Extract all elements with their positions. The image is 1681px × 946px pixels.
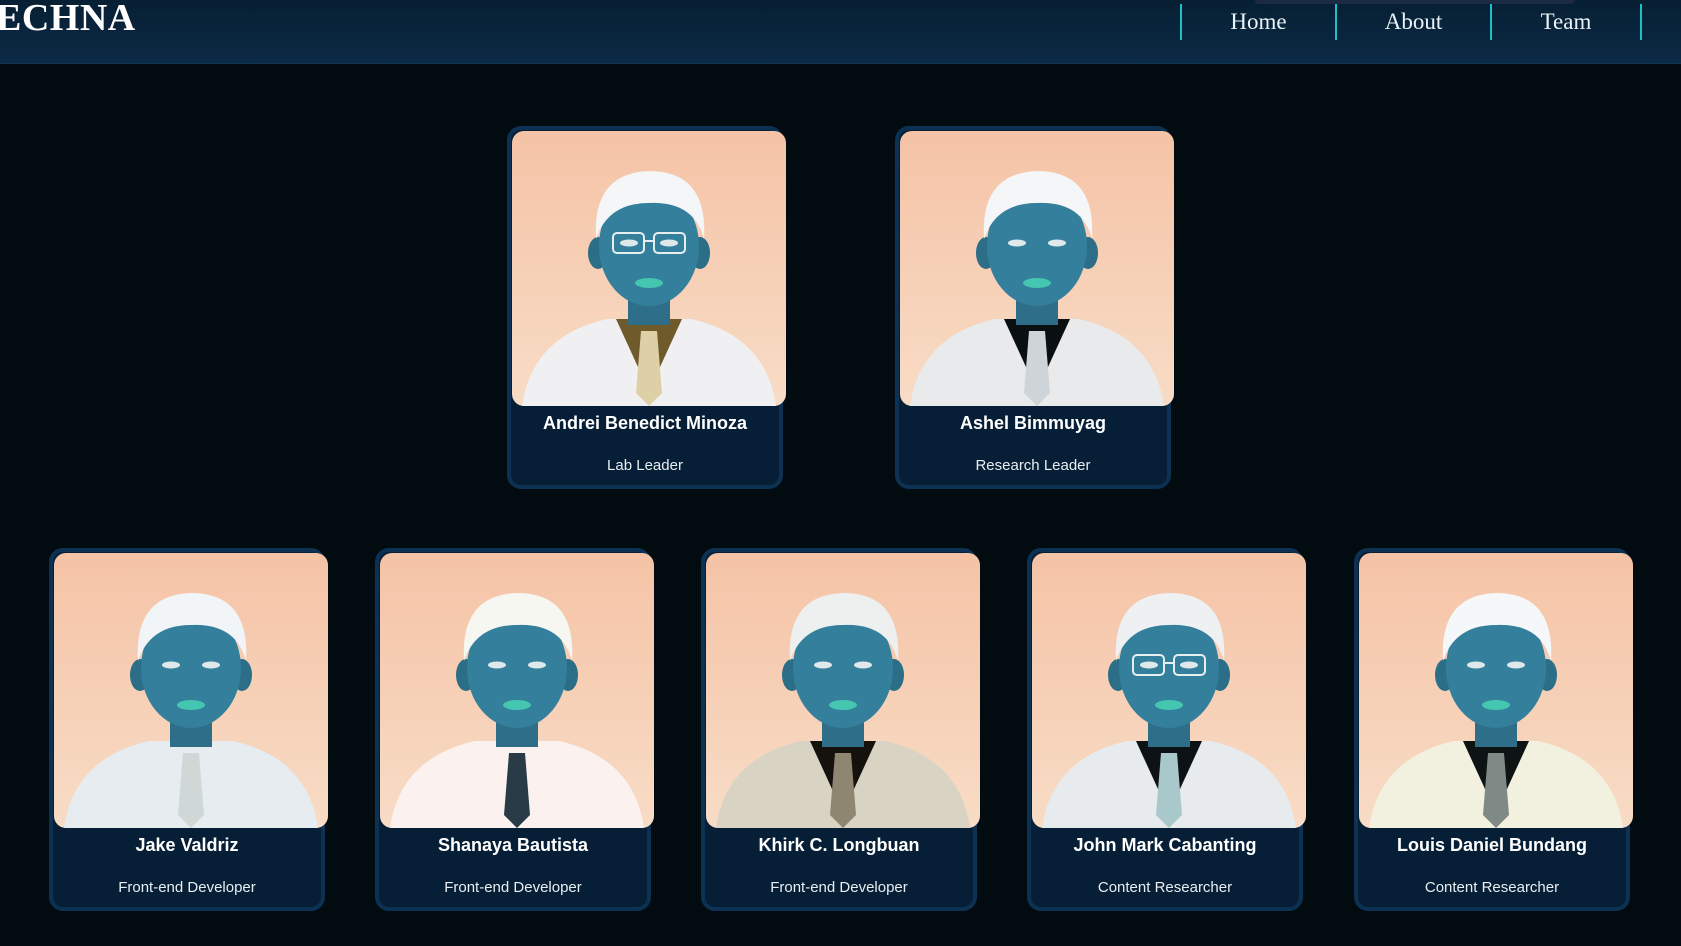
mouth-shape <box>1023 278 1051 288</box>
right-eye <box>1048 239 1066 247</box>
left-eye <box>1467 661 1485 669</box>
portrait-illustration <box>1369 593 1623 828</box>
member-role: Front-end Developer <box>770 879 908 896</box>
member-role: Research Leader <box>975 457 1091 474</box>
member-photo <box>1359 553 1633 828</box>
top-header: ECHNA Home About Team <box>0 0 1681 64</box>
member-role: Lab Leader <box>607 457 683 474</box>
nav-team-link[interactable]: Team <box>1490 4 1642 40</box>
left-eye <box>162 661 180 669</box>
member-photo <box>706 553 980 828</box>
member-name: John Mark Cabanting <box>1073 835 1257 855</box>
member-name: Andrei Benedict Minoza <box>542 413 748 433</box>
right-eye <box>1507 661 1525 669</box>
member-name: Louis Daniel Bundang <box>1396 835 1587 855</box>
left-eye <box>488 661 506 669</box>
member-photo <box>54 553 328 828</box>
left-eye <box>814 661 832 669</box>
mouth-shape <box>503 700 531 710</box>
mouth-shape <box>177 700 205 710</box>
team-card-khirk[interactable]: Khirk C. Longbuan Front-end Developer <box>701 548 980 911</box>
right-eye <box>1180 661 1198 669</box>
member-name: Ashel Bimmuyag <box>959 413 1107 433</box>
member-photo <box>380 553 654 828</box>
team-card-jake[interactable]: Jake Valdriz Front-end Developer <box>49 548 328 911</box>
right-eye <box>854 661 872 669</box>
portrait-illustration <box>910 171 1164 406</box>
mouth-shape <box>1155 700 1183 710</box>
portrait-illustration <box>522 171 776 406</box>
left-eye <box>1140 661 1158 669</box>
member-role: Content Researcher <box>1424 879 1560 896</box>
portrait-illustration <box>716 593 970 828</box>
mouth-shape <box>829 700 857 710</box>
right-eye <box>660 239 678 247</box>
team-card-andrei[interactable]: Andrei Benedict Minoza Lab Leader <box>507 126 786 489</box>
member-role: Front-end Developer <box>118 879 256 896</box>
team-card-louis[interactable]: Louis Daniel Bundang Content Researcher <box>1354 548 1633 911</box>
right-eye <box>202 661 220 669</box>
member-name: Shanaya Bautista <box>437 835 589 855</box>
member-name: Jake Valdriz <box>135 835 239 855</box>
brand-logo-text[interactable]: ECHNA <box>0 0 136 40</box>
portrait-illustration <box>390 593 644 828</box>
left-eye <box>1008 239 1026 247</box>
main-nav: Home About Team <box>1180 4 1642 40</box>
portrait-illustration <box>64 593 318 828</box>
member-photo <box>512 131 786 406</box>
member-role: Front-end Developer <box>444 879 582 896</box>
left-eye <box>620 239 638 247</box>
right-eye <box>528 661 546 669</box>
portrait-illustration <box>1042 593 1296 828</box>
nav-about-link[interactable]: About <box>1335 4 1490 40</box>
team-card-john-mark[interactable]: John Mark Cabanting Content Researcher <box>1027 548 1306 911</box>
mouth-shape <box>635 278 663 288</box>
nav-home-link[interactable]: Home <box>1180 4 1335 40</box>
mouth-shape <box>1482 700 1510 710</box>
member-photo <box>900 131 1174 406</box>
team-card-ashel[interactable]: Ashel Bimmuyag Research Leader <box>895 126 1174 489</box>
member-photo <box>1032 553 1306 828</box>
team-card-shanaya[interactable]: Shanaya Bautista Front-end Developer <box>375 548 654 911</box>
member-name: Khirk C. Longbuan <box>758 835 920 855</box>
member-role: Content Researcher <box>1097 879 1233 896</box>
